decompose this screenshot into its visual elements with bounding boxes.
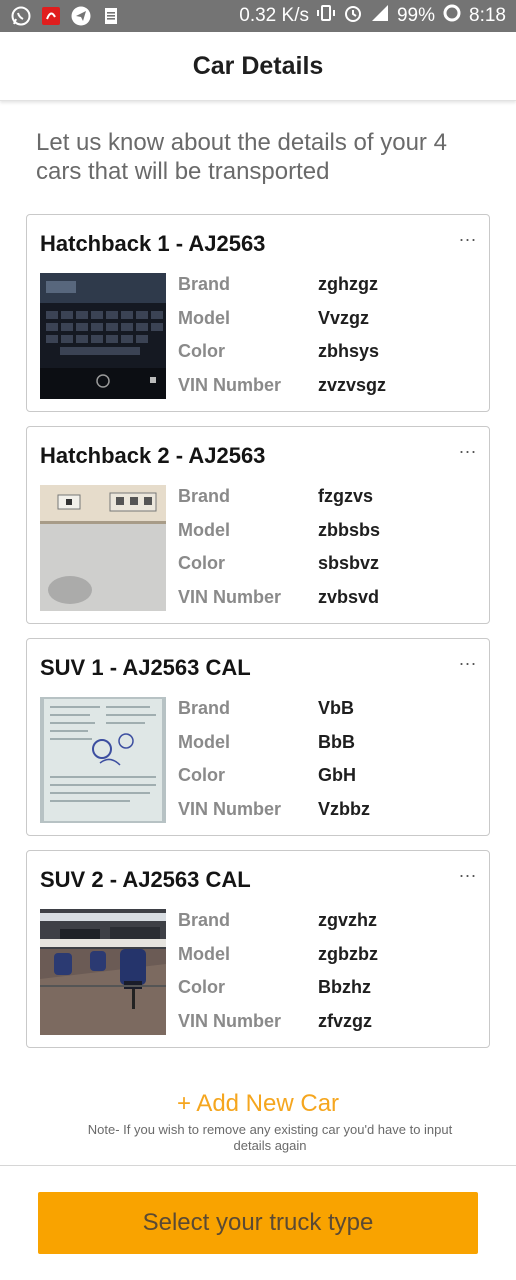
- model-value: zbbsbs: [318, 520, 381, 540]
- color-label: Color: [178, 977, 225, 997]
- brand-value: zghzgz: [318, 274, 378, 294]
- vin-value: Vzbbz: [318, 799, 370, 819]
- brand-value: fzgzvs: [318, 486, 374, 506]
- office-chairs-photo: [40, 909, 166, 1035]
- car-title: SUV 2 - AJ2563 CAL: [40, 867, 251, 892]
- signal-4g-icon: [370, 3, 390, 29]
- vin-value: zvbsvd: [318, 587, 380, 607]
- car-photo-thumbnail[interactable]: [40, 697, 166, 823]
- brand-label: Brand: [178, 486, 231, 506]
- model-value: BbB: [318, 732, 355, 752]
- color-label: Color: [178, 341, 225, 361]
- footer-divider: [0, 1165, 516, 1166]
- model-label: Model: [178, 944, 230, 964]
- battery-percent: 99%: [396, 5, 436, 26]
- car-card[interactable]: Hatchback 2 - AJ2563 ... Brand fzgzvs Mo…: [26, 426, 490, 624]
- brand-label: Brand: [178, 910, 231, 930]
- clock-time: 8:18: [469, 5, 506, 26]
- vin-label: VIN Number: [178, 799, 282, 819]
- car-photo-thumbnail[interactable]: [40, 485, 166, 611]
- color-value: sbsbvz: [318, 553, 380, 573]
- battery-icon: [442, 3, 462, 29]
- color-value: Bbzhz: [318, 977, 371, 997]
- more-options-icon[interactable]: ...: [459, 649, 477, 670]
- app-header: Car Details: [0, 32, 516, 101]
- car-photo-thumbnail[interactable]: [40, 909, 166, 1035]
- car-card[interactable]: SUV 2 - AJ2563 CAL ... Brand zgvzhz Mode…: [26, 850, 490, 1048]
- model-label: Model: [178, 308, 230, 328]
- net-speed: 0.32 K/s: [239, 5, 309, 26]
- color-value: GbH: [318, 765, 356, 785]
- car-title: SUV 1 - AJ2563 CAL: [40, 655, 251, 680]
- brand-label: Brand: [178, 698, 231, 718]
- car-card[interactable]: Hatchback 1 - AJ2563 ... Brand zghzgz Mo…: [26, 214, 490, 412]
- brand-label: Brand: [178, 274, 231, 294]
- model-value: zgbzbz: [318, 944, 378, 964]
- vin-value: zvzvsgz: [318, 375, 387, 395]
- model-label: Model: [178, 520, 230, 540]
- alarm-icon: [343, 3, 363, 29]
- whatsapp-icon: [10, 5, 32, 27]
- wall-switch-photo: [40, 485, 166, 611]
- remove-car-note: Note- If you wish to remove any existing…: [87, 1122, 453, 1153]
- vibrate-icon: [316, 3, 336, 29]
- clipboard-icon: [100, 5, 122, 27]
- car-title: Hatchback 1 - AJ2563: [40, 231, 266, 256]
- intro-text: Let us know about the details of your 4 …: [36, 129, 447, 185]
- telegram-icon: [70, 5, 92, 27]
- add-new-car-button[interactable]: + Add New Car: [0, 1090, 516, 1118]
- more-options-icon[interactable]: ...: [459, 225, 477, 246]
- car-photo-thumbnail[interactable]: [40, 273, 166, 399]
- vin-label: VIN Number: [178, 375, 282, 395]
- color-label: Color: [178, 765, 225, 785]
- keyboard-photo: [40, 273, 166, 399]
- vin-value: zfvzgz: [318, 1011, 372, 1031]
- status-bar: 0.32 K/s 99% 8:18: [0, 0, 516, 32]
- model-label: Model: [178, 732, 230, 752]
- model-value: Vvzgz: [318, 308, 370, 328]
- page-title: Car Details: [192, 52, 324, 80]
- brand-value: zgvzhz: [318, 910, 378, 930]
- color-value: zbhsys: [318, 341, 380, 361]
- car-card[interactable]: SUV 1 - AJ2563 CAL ... Brand VbB Model B…: [26, 638, 490, 836]
- vin-label: VIN Number: [178, 1011, 282, 1031]
- document-photo: [40, 697, 166, 823]
- airtel-icon: [40, 5, 62, 27]
- car-title: Hatchback 2 - AJ2563: [40, 443, 266, 468]
- brand-value: VbB: [318, 698, 354, 718]
- more-options-icon[interactable]: ...: [459, 861, 477, 882]
- color-label: Color: [178, 553, 225, 573]
- select-truck-type-button[interactable]: Select your truck type: [38, 1192, 478, 1254]
- vin-label: VIN Number: [178, 587, 282, 607]
- more-options-icon[interactable]: ...: [459, 437, 477, 458]
